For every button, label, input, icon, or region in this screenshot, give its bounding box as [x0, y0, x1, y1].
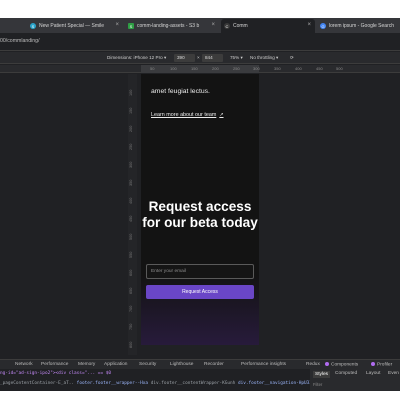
body-text: amet feugiat lectus. [151, 88, 210, 95]
tab-application[interactable]: Application [104, 362, 127, 367]
react-icon [325, 362, 329, 366]
device-toolbar: Dimensions: iPhone 12 Pro ▾ 390 × 844 75… [0, 52, 400, 64]
tab-title: Comm [233, 23, 248, 29]
tab-title: New Patient Special — Smile [39, 23, 105, 29]
device-viewport: 100 150 200 250 300 350 400 450 500 550 … [0, 74, 400, 355]
ruler-tick: 450 [129, 215, 133, 222]
ruler-tick: 700 [129, 305, 133, 312]
ruler-tick: 100 [170, 66, 177, 71]
tab-computed[interactable]: Computed [335, 371, 357, 376]
tab-styles[interactable]: Styles [313, 371, 331, 378]
globe-icon: S [30, 23, 36, 29]
close-icon[interactable]: × [115, 22, 119, 28]
ruler-tick: 550 [129, 251, 133, 258]
tab-components-label: Components [331, 362, 359, 368]
ruler-tick: 500 [129, 233, 133, 240]
tab-performance[interactable]: Performance [41, 362, 68, 367]
ruler-tick: 50 [150, 66, 155, 71]
rotate-icon[interactable]: ⟳ [290, 55, 294, 61]
s3-bucket-icon: S [128, 23, 134, 29]
dimensions-select[interactable]: Dimensions: iPhone 12 Pro ▾ [107, 55, 166, 61]
times-icon: × [197, 55, 200, 60]
address-bar[interactable]: 00/commlanding/ [0, 33, 400, 51]
ruler-tick: 350 [274, 66, 281, 71]
cta-headline: Request access for our beta today [142, 199, 258, 230]
device-height-input[interactable]: 844 [202, 54, 223, 62]
tab-title: lorem ipsum - Google Search [329, 23, 395, 29]
tab-title: comm-landing-assets - S3 b [137, 23, 200, 29]
ruler-tick: 100 [129, 89, 133, 96]
tab-layout[interactable]: Layout [366, 371, 380, 376]
tab-strip: S New Patient Special — Smile × S comm-l… [0, 18, 400, 33]
ruler-tick: 200 [129, 125, 133, 132]
ruler-tick: 250 [233, 66, 240, 71]
tab-profiler[interactable]: Profiler [371, 362, 392, 367]
ruler-tick: 450 [316, 66, 323, 71]
device-width-input[interactable]: 390 [174, 54, 195, 62]
tab-event-listeners[interactable]: Even [388, 371, 399, 376]
ruler-tick: 800 [129, 341, 133, 348]
tab-performance-insights[interactable]: Performance insights [241, 362, 286, 367]
horizontal-ruler: 50 100 150 200 250 300 350 400 450 500 [0, 65, 400, 73]
close-icon[interactable]: × [211, 22, 215, 28]
ruler-tick: 300 [253, 66, 260, 71]
comm-logo-icon: C [224, 23, 230, 29]
ruler-selection [141, 65, 259, 73]
learn-more-label: Learn more about our team [151, 112, 217, 118]
breadcrumb-path: _pageContentContainer-E_aT.. footer.foot… [0, 381, 312, 386]
browser-tab-s3[interactable]: S comm-landing-assets - S3 b × [125, 19, 219, 33]
tab-network[interactable]: Network [15, 362, 33, 367]
email-field[interactable]: Enter your email [146, 264, 254, 279]
filter-input[interactable]: Filter [313, 382, 322, 387]
ruler-tick: 200 [212, 66, 219, 71]
breadcrumb-item[interactable]: div.footer__contentWrapper-KGunh [151, 381, 236, 386]
browser-window: S New Patient Special — Smile × S comm-l… [0, 18, 400, 391]
close-icon[interactable]: × [307, 22, 311, 28]
browser-tab-smile[interactable]: S New Patient Special — Smile × [27, 19, 123, 33]
tab-redux[interactable]: Redux [306, 362, 320, 367]
elements-breadcrumbs: ng-id="ad-sign-ipo2"><div class="... == … [0, 369, 312, 391]
tab-components[interactable]: Components [325, 362, 358, 367]
tab-memory[interactable]: Memory [78, 362, 95, 367]
styles-sidebar: Styles Computed Layout Even Filter [310, 369, 400, 391]
request-access-button[interactable]: Request Access [146, 285, 254, 299]
react-icon [371, 362, 375, 366]
screenshot-frame: S New Patient Special — Smile × S comm-l… [0, 0, 400, 400]
throttling-select[interactable]: No throttling ▾ [250, 55, 278, 61]
learn-more-link[interactable]: Learn more about our team ↗ [151, 112, 224, 118]
devtools-tab-bar: Network Performance Memory Application S… [0, 359, 400, 369]
ruler-tick: 750 [129, 323, 133, 330]
external-link-icon: ↗ [219, 112, 224, 118]
breadcrumb-item[interactable]: _pageContentContainer-E_aT.. [0, 381, 74, 386]
ruler-tick: 350 [129, 179, 133, 186]
ruler-tick: 500 [336, 66, 343, 71]
ruler-tick: 400 [295, 66, 302, 71]
google-icon: G [320, 23, 326, 29]
breadcrumb-item[interactable]: div.footer__navigation-HpU3Z [238, 381, 312, 386]
selected-node-line[interactable]: ng-id="ad-sign-ipo2"><div class="... == … [0, 371, 111, 376]
ruler-tick: 650 [129, 287, 133, 294]
tab-lighthouse[interactable]: Lighthouse [170, 362, 193, 367]
ruler-tick: 600 [129, 269, 133, 276]
zoom-select[interactable]: 75% ▾ [230, 55, 243, 61]
tab-recorder[interactable]: Recorder [204, 362, 224, 367]
mobile-page-preview: amet feugiat lectus. Learn more about ou… [141, 74, 259, 345]
ruler-tick: 150 [191, 66, 198, 71]
ruler-tick: 300 [129, 161, 133, 168]
ruler-tick: 400 [129, 197, 133, 204]
url-text[interactable]: 00/commlanding/ [0, 38, 40, 44]
breadcrumb-item[interactable]: footer.footer__wrapper--Hxa [77, 381, 148, 386]
tab-security[interactable]: Security [139, 362, 156, 367]
ruler-tick: 150 [129, 107, 133, 114]
tab-profiler-label: Profiler [377, 362, 393, 368]
browser-tab-comm[interactable]: C Comm × [221, 19, 315, 33]
ruler-tick: 250 [129, 143, 133, 150]
vertical-ruler: 100 150 200 250 300 350 400 450 500 550 … [128, 74, 137, 355]
browser-tab-google[interactable]: G lorem ipsum - Google Search [317, 19, 400, 33]
